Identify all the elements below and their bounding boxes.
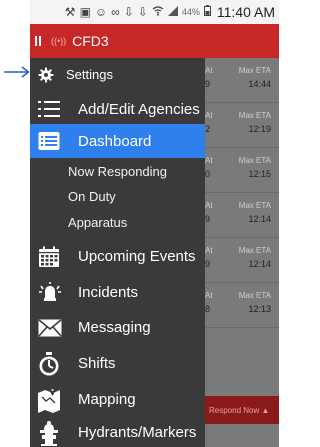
max-eta-value: 12:15	[248, 169, 271, 179]
navigation-drawer: Settings Add/Edit Agencies Dashboard Now…	[30, 58, 205, 447]
alarm-icon	[38, 282, 62, 302]
menu-item-settings[interactable]: Settings	[30, 60, 205, 90]
list-item: At Max ETA 8 12:13	[205, 283, 279, 328]
at-value: 9	[205, 214, 211, 224]
menu-item-label: Settings	[66, 67, 113, 82]
max-eta-value: 14:44	[248, 79, 271, 89]
app-title: CFD3	[72, 33, 109, 49]
max-eta-value: 12:14	[248, 214, 271, 224]
at-value: 9	[205, 79, 211, 89]
hydrant-icon	[39, 420, 59, 446]
column-header-max-eta: Max ETA	[238, 111, 271, 120]
menu-item-add-edit-agencies[interactable]: Add/Edit Agencies	[30, 92, 205, 126]
column-header-max-eta: Max ETA	[238, 66, 271, 75]
menu-icon[interactable]	[35, 36, 41, 46]
column-header-max-eta: Max ETA	[238, 291, 271, 300]
respond-now-bar: Respond Now ▲	[205, 396, 279, 424]
column-header-at: At	[205, 156, 213, 165]
menu-item-apparatus[interactable]: Apparatus	[30, 211, 205, 235]
menu-item-shifts[interactable]: Shifts	[30, 348, 205, 380]
menu-item-dashboard[interactable]: Dashboard	[30, 124, 205, 158]
battery-percent: 44%	[181, 7, 200, 17]
list-icon	[38, 99, 60, 119]
column-header-max-eta: Max ETA	[238, 156, 271, 165]
stopwatch-icon	[39, 352, 59, 376]
list-item: At Max ETA 2 12:19	[205, 103, 279, 148]
menu-item-incidents[interactable]: Incidents	[30, 277, 205, 309]
menu-item-label: Shifts	[78, 355, 116, 372]
menu-item-label: Dashboard	[78, 133, 152, 150]
menu-item-label: Mapping	[78, 391, 136, 408]
dashboard-icon	[38, 131, 60, 151]
menu-item-on-duty[interactable]: On Duty	[30, 185, 205, 209]
list-item: At Max ETA 9 12:14	[205, 193, 279, 238]
signal-icon	[167, 5, 178, 19]
status-bar: ⚒ ▣ ☺ ∞ ⇩ ⇩ 44% 11:40 AM	[30, 0, 279, 24]
max-eta-value: 12:13	[248, 304, 271, 314]
menu-item-label: Incidents	[78, 284, 139, 301]
voicemail-icon: ∞	[111, 5, 120, 19]
tools-icon: ⚒	[64, 5, 76, 19]
menu-item-label: On Duty	[68, 189, 116, 204]
download-icon: ⇩	[123, 5, 134, 19]
column-header-at: At	[205, 201, 213, 210]
menu-item-upcoming-events[interactable]: Upcoming Events	[30, 241, 205, 273]
column-header-at: At	[205, 246, 213, 255]
at-value: 0	[205, 169, 211, 179]
map-icon	[37, 387, 61, 413]
list-item: At Max ETA 9 12:14	[205, 238, 279, 283]
radio-icon: ((•))	[51, 36, 67, 46]
column-header-at: At	[205, 111, 213, 120]
download-icon: ⇩	[137, 5, 148, 19]
list-item: At Max ETA 9 14:44	[205, 58, 279, 103]
column-header-max-eta: Max ETA	[238, 201, 271, 210]
status-time: 11:40 AM	[216, 4, 275, 20]
menu-item-label: Apparatus	[68, 215, 128, 230]
menu-item-label: Upcoming Events	[78, 248, 196, 265]
wifi-icon	[152, 5, 164, 19]
at-value: 9	[205, 259, 211, 269]
pointer-arrow-icon	[4, 66, 30, 78]
column-header-at: At	[205, 291, 213, 300]
app-bar: ((•)) CFD3	[30, 24, 279, 58]
menu-item-messaging[interactable]: Messaging	[30, 312, 205, 344]
max-eta-value: 12:14	[248, 259, 271, 269]
menu-item-hydrants-markers[interactable]: Hydrants/Markers	[30, 418, 205, 447]
column-header-at: At	[205, 66, 213, 75]
gear-icon	[38, 67, 54, 83]
image-icon: ▣	[79, 5, 91, 19]
menu-item-label: Hydrants/Markers	[78, 424, 197, 441]
envelope-icon	[38, 319, 62, 337]
at-value: 8	[205, 304, 211, 314]
list-item: At Max ETA 0 12:15	[205, 148, 279, 193]
menu-item-now-responding[interactable]: Now Responding	[30, 160, 205, 184]
at-value: 2	[205, 124, 211, 134]
menu-item-label: Now Responding	[68, 164, 168, 179]
column-header-max-eta: Max ETA	[238, 246, 271, 255]
menu-item-label: Messaging	[78, 319, 151, 336]
calendar-icon	[38, 246, 60, 268]
battery-icon	[203, 5, 211, 19]
max-eta-value: 12:19	[248, 124, 271, 134]
menu-item-mapping[interactable]: Mapping	[30, 384, 205, 416]
emoji-icon: ☺	[94, 5, 108, 19]
menu-item-label: Add/Edit Agencies	[78, 101, 200, 118]
background-list: At Max ETA 9 14:44 At Max ETA 2 12:19 At…	[205, 58, 279, 447]
